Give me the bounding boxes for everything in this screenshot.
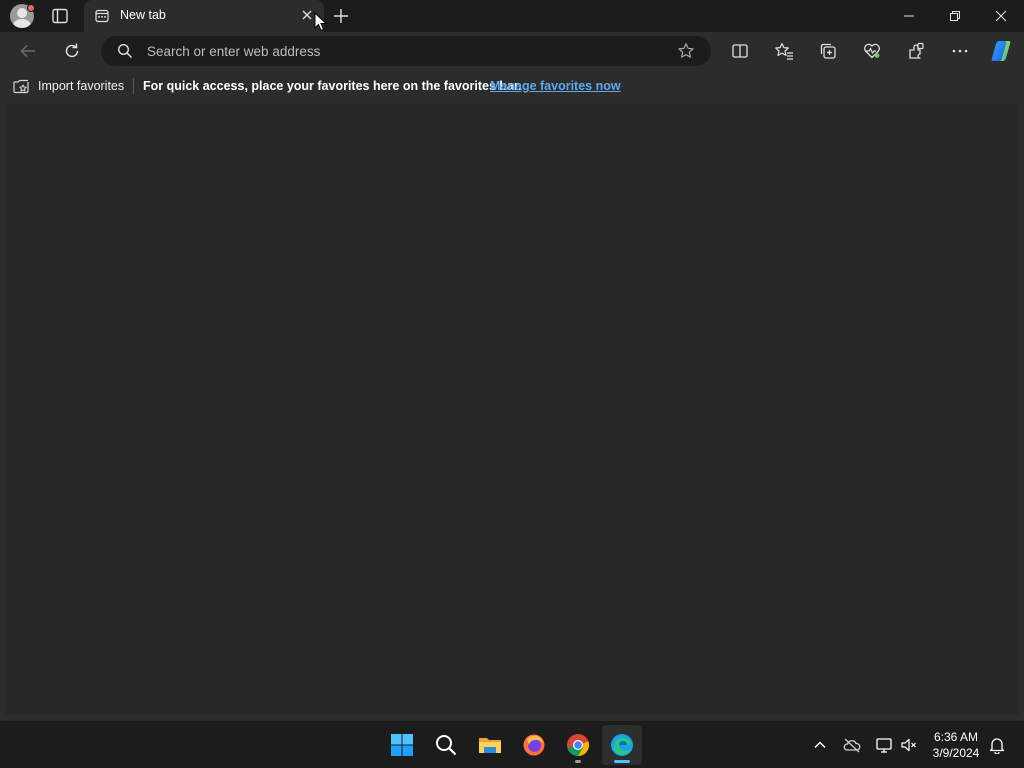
minimize-button[interactable] (886, 0, 932, 32)
firefox-button[interactable] (514, 725, 554, 765)
chevron-up-icon[interactable] (811, 736, 829, 754)
clock-date: 3/9/2024 (932, 746, 980, 760)
taskbar-clock[interactable]: 6:36 AM 3/9/2024 (926, 729, 986, 761)
volume-muted-icon[interactable] (900, 736, 918, 754)
collections-icon[interactable] (818, 41, 838, 61)
tab-close-icon[interactable] (300, 8, 314, 22)
new-tab-favicon-icon (95, 9, 109, 23)
profile-notification-dot (27, 4, 35, 12)
windows-logo-icon (391, 734, 413, 756)
firefox-icon (523, 734, 545, 756)
search-icon (117, 43, 133, 59)
windows-start-button[interactable] (382, 725, 422, 765)
back-icon[interactable] (18, 41, 38, 61)
split-screen-icon[interactable] (730, 41, 750, 61)
edge-button[interactable] (602, 725, 642, 765)
restore-button[interactable] (932, 0, 978, 32)
add-favorite-star-icon[interactable] (677, 42, 695, 60)
notifications-icon[interactable] (988, 736, 1006, 754)
folder-icon (479, 738, 501, 753)
browser-essentials-icon[interactable] (862, 41, 882, 61)
address-input[interactable] (147, 42, 667, 60)
chrome-running-indicator (575, 760, 581, 763)
page-content[interactable] (5, 104, 1019, 715)
network-icon[interactable] (875, 736, 893, 754)
title-bar: New tab (0, 0, 1024, 32)
new-tab-button[interactable] (332, 7, 350, 25)
file-explorer-button[interactable] (470, 725, 510, 765)
extensions-icon[interactable] (906, 41, 926, 61)
favorites-bar: Import favorites For quick access, place… (0, 70, 1024, 102)
tab-new-tab[interactable]: New tab (84, 0, 324, 32)
favorites-icon[interactable] (774, 41, 794, 61)
browser-toolbar (0, 32, 1024, 70)
minimize-icon (904, 15, 914, 17)
more-icon[interactable] (950, 41, 970, 61)
clock-time: 6:36 AM (933, 730, 979, 744)
search-icon (436, 735, 457, 756)
chrome-icon (567, 734, 590, 757)
restore-icon (950, 11, 960, 21)
import-favorites-label: Import favorites (38, 79, 125, 93)
import-favorites-button[interactable]: Import favorites (12, 77, 124, 95)
favorites-bar-message: For quick access, place your favorites h… (143, 79, 522, 93)
refresh-icon[interactable] (62, 41, 82, 61)
close-window-button[interactable] (978, 0, 1024, 32)
windows-taskbar: 6:36 AM 3/9/2024 (0, 720, 1024, 768)
tab-title: New tab (120, 8, 166, 22)
tab-actions-icon[interactable] (50, 6, 70, 26)
manage-favorites-link[interactable]: Manage favorites now (490, 79, 621, 93)
copilot-icon[interactable] (988, 38, 1014, 64)
mouse-cursor-icon (314, 12, 328, 32)
chrome-button[interactable] (558, 725, 598, 765)
address-bar[interactable] (101, 36, 711, 66)
onedrive-icon[interactable] (843, 736, 861, 754)
close-icon (995, 10, 1007, 22)
favorites-divider (133, 78, 134, 94)
import-favorites-icon (12, 77, 30, 95)
edge-icon (611, 734, 633, 756)
edge-active-indicator (614, 760, 630, 763)
taskbar-search-button[interactable] (426, 725, 466, 765)
